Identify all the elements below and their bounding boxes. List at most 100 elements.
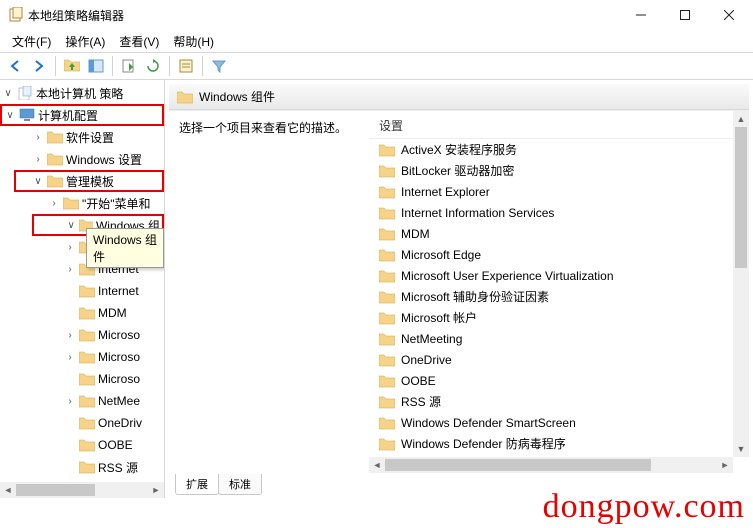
toolbar-separator xyxy=(112,56,113,76)
up-button[interactable] xyxy=(61,55,83,77)
tree-item[interactable]: Internet xyxy=(0,280,164,302)
list-item-label: RSS 源 xyxy=(401,393,441,410)
list-item-label: OOBE xyxy=(401,374,436,388)
list-item[interactable]: ActiveX 安装程序服务 xyxy=(369,139,749,160)
list-item-label: Internet Explorer xyxy=(401,185,490,199)
scroll-right-icon[interactable]: ► xyxy=(717,457,733,473)
list-item[interactable]: Windows Defender 防病毒程序 xyxy=(369,433,749,454)
tree-item[interactable]: Microso xyxy=(0,368,164,390)
list-item[interactable]: Microsoft 帐户 xyxy=(369,307,749,328)
list-item[interactable]: Internet Information Services xyxy=(369,202,749,223)
tree-item[interactable]: ›NetMee xyxy=(0,390,164,412)
scroll-up-icon[interactable]: ▲ xyxy=(733,111,749,127)
tree-computer-config[interactable]: ∨ 计算机配置 xyxy=(0,104,164,126)
tree-item[interactable]: ›Microso xyxy=(0,346,164,368)
list-item[interactable]: RSS 源 xyxy=(369,391,749,412)
tree-item[interactable]: RSS 源 xyxy=(0,456,164,478)
folder-icon xyxy=(379,353,395,367)
tab-standard[interactable]: 标准 xyxy=(218,474,262,495)
list-item-label: MDM xyxy=(401,227,430,241)
scroll-thumb[interactable] xyxy=(735,127,747,268)
tooltip: Windows 组件 xyxy=(86,228,164,268)
properties-button[interactable] xyxy=(175,55,197,77)
list-item-label: Internet Information Services xyxy=(401,206,554,220)
expander-icon[interactable]: ∨ xyxy=(2,88,14,99)
list-item[interactable]: MDM xyxy=(369,223,749,244)
folder-icon xyxy=(379,437,395,451)
list-item-label: Windows Defender 防病毒程序 xyxy=(401,435,566,452)
folder-icon xyxy=(379,332,395,346)
expander-icon[interactable]: ∨ xyxy=(4,110,16,121)
scroll-thumb[interactable] xyxy=(16,484,95,496)
menu-file[interactable]: 文件(F) xyxy=(6,31,57,52)
folder-icon xyxy=(379,416,395,430)
forward-button[interactable] xyxy=(28,55,50,77)
tree-item[interactable]: OneDriv xyxy=(0,412,164,434)
export-button[interactable] xyxy=(118,55,140,77)
details-pane: Windows 组件 选择一个项目来查看它的描述。 设置 ActiveX 安装程… xyxy=(165,80,753,498)
scroll-right-icon[interactable]: ► xyxy=(148,482,164,498)
menu-action[interactable]: 操作(A) xyxy=(59,31,111,52)
tree-windows-settings[interactable]: › Windows 设置 xyxy=(0,148,164,170)
expander-icon[interactable]: › xyxy=(32,132,44,143)
scroll-thumb[interactable] xyxy=(385,459,651,471)
list-vertical-scrollbar[interactable]: ▲ ▼ xyxy=(733,111,749,457)
folder-icon xyxy=(379,248,395,262)
folder-icon xyxy=(379,374,395,388)
toolbar-separator xyxy=(202,56,203,76)
show-hide-tree-button[interactable] xyxy=(85,55,107,77)
folder-icon xyxy=(379,206,395,220)
list-item[interactable]: Microsoft 辅助身份验证因素 xyxy=(369,286,749,307)
list-horizontal-scrollbar[interactable]: ◄ ► xyxy=(369,457,733,473)
window-title: 本地组策略编辑器 xyxy=(24,7,619,24)
folder-icon xyxy=(379,290,395,304)
tab-extended[interactable]: 扩展 xyxy=(175,474,219,495)
expander-icon[interactable]: › xyxy=(48,198,60,209)
tree-pane: ∨ 本地计算机 策略 ∨ 计算机配置 › 软件设置 › Windows 设置 ∨ xyxy=(0,80,165,498)
expander-icon[interactable]: ∨ xyxy=(32,176,44,187)
scroll-left-icon[interactable]: ◄ xyxy=(369,457,385,473)
description-column: 选择一个项目来查看它的描述。 xyxy=(169,111,369,473)
refresh-button[interactable] xyxy=(142,55,164,77)
minimize-button[interactable] xyxy=(619,1,663,29)
toolbar-separator xyxy=(55,56,56,76)
list-item[interactable]: OneDrive xyxy=(369,349,749,370)
scroll-down-icon[interactable]: ▼ xyxy=(733,441,749,457)
back-button[interactable] xyxy=(4,55,26,77)
list-item[interactable]: BitLocker 驱动器加密 xyxy=(369,160,749,181)
tree-item[interactable]: MDM xyxy=(0,302,164,324)
list-item-label: OneDrive xyxy=(401,353,452,367)
menu-view[interactable]: 查看(V) xyxy=(113,31,165,52)
menu-bar: 文件(F) 操作(A) 查看(V) 帮助(H) xyxy=(0,30,753,52)
tree-horizontal-scrollbar[interactable]: ◄ ► xyxy=(0,482,164,498)
folder-icon xyxy=(379,269,395,283)
list-item[interactable]: NetMeeting xyxy=(369,328,749,349)
folder-icon xyxy=(379,185,395,199)
expander-icon[interactable]: › xyxy=(32,154,44,165)
maximize-button[interactable] xyxy=(663,1,707,29)
tree-software-settings[interactable]: › 软件设置 xyxy=(0,126,164,148)
tree-root[interactable]: ∨ 本地计算机 策略 xyxy=(0,82,164,104)
folder-icon xyxy=(379,395,395,409)
list-item[interactable]: Internet Explorer xyxy=(369,181,749,202)
tree-item[interactable]: OOBE xyxy=(0,434,164,456)
tree-start-menu[interactable]: › "开始"菜单和 xyxy=(0,192,164,214)
list-item-label: Microsoft User Experience Virtualization xyxy=(401,269,614,283)
folder-icon xyxy=(379,164,395,178)
filter-button[interactable] xyxy=(208,55,230,77)
list-item-label: Microsoft 辅助身份验证因素 xyxy=(401,288,549,305)
close-button[interactable] xyxy=(707,1,751,29)
tree-admin-templates[interactable]: ∨ 管理模板 xyxy=(14,170,164,192)
scroll-left-icon[interactable]: ◄ xyxy=(0,482,16,498)
tree-item[interactable]: ›Microso xyxy=(0,324,164,346)
expander-icon[interactable]: ∨ xyxy=(66,220,76,231)
details-header: Windows 组件 xyxy=(169,84,749,110)
list-item[interactable]: Microsoft Edge xyxy=(369,244,749,265)
column-header-setting[interactable]: 设置 xyxy=(369,111,749,139)
toolbar-separator xyxy=(169,56,170,76)
list-item[interactable]: OOBE xyxy=(369,370,749,391)
menu-help[interactable]: 帮助(H) xyxy=(167,31,220,52)
list-item-label: Microsoft Edge xyxy=(401,248,481,262)
list-item[interactable]: Windows Defender SmartScreen xyxy=(369,412,749,433)
list-item[interactable]: Microsoft User Experience Virtualization xyxy=(369,265,749,286)
